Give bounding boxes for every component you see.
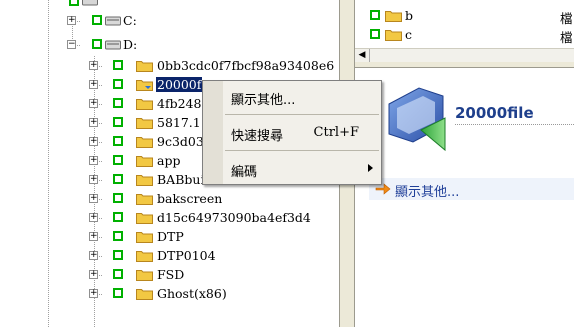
expand-icon[interactable]: +	[89, 251, 98, 260]
scroll-left-icon[interactable]: ◀	[355, 49, 370, 62]
tree-row-folder[interactable]: + DTP	[0, 228, 339, 247]
horizontal-scrollbar[interactable]: ◀	[355, 48, 574, 62]
tree-row-partial	[0, 0, 339, 12]
tree-item-label: d15c64973090ba4ef3d4	[157, 210, 311, 225]
tree-item-label: DTP0104	[157, 248, 216, 263]
tree-row-folder[interactable]: + FSD	[0, 266, 339, 285]
tree-row-folder[interactable]: + DTP0104	[0, 247, 339, 266]
folder-sync-icon	[388, 87, 446, 152]
folder-icon	[136, 137, 153, 148]
folder-icon	[136, 194, 153, 205]
file-name: c	[405, 27, 413, 42]
file-list-row[interactable]: b 檔	[355, 7, 574, 26]
expand-icon[interactable]: +	[89, 118, 98, 127]
expand-icon[interactable]: +	[89, 175, 98, 184]
menu-item-label: 顯示其他...	[231, 93, 296, 108]
tree-row-folder[interactable]: + Ghost(x86)	[0, 285, 339, 304]
menu-separator	[225, 114, 379, 115]
expand-icon[interactable]: +	[89, 80, 98, 89]
tree-row-drive-c[interactable]: + C:	[0, 12, 339, 31]
checkbox[interactable]	[113, 117, 123, 127]
folder-icon	[136, 61, 153, 72]
divider	[455, 124, 574, 125]
checkbox[interactable]	[113, 155, 123, 165]
tree-item-label: 0bb3cdc0f7fbcf98a93408e6	[157, 58, 335, 73]
menu-item-label: 快速搜尋	[231, 129, 284, 144]
checkbox[interactable]	[113, 174, 123, 184]
checkbox[interactable]	[113, 231, 123, 241]
tree-item-label: app	[157, 153, 181, 168]
folder-icon	[136, 289, 153, 300]
menu-separator	[225, 150, 379, 151]
tree-item-label: C:	[123, 13, 137, 28]
expand-icon[interactable]: +	[89, 99, 98, 108]
file-type: 檔	[560, 11, 573, 26]
folder-icon	[136, 156, 153, 167]
checkbox[interactable]	[113, 193, 123, 203]
file-name: b	[405, 8, 414, 23]
tree-item-label: DTP	[157, 229, 184, 244]
tree-item-label: 5817.1	[157, 115, 201, 130]
file-type: 檔	[560, 30, 573, 45]
context-menu: 顯示其他... 快速搜尋 Ctrl+F 編碼	[202, 80, 382, 185]
expand-icon[interactable]: +	[89, 61, 98, 70]
tree-item-label: 20000f	[156, 77, 203, 92]
menu-item-label: 編碼	[231, 165, 258, 180]
folder-icon	[136, 118, 153, 129]
expand-icon[interactable]: +	[89, 232, 98, 241]
menu-item-shortcut: Ctrl+F	[313, 125, 359, 140]
checkbox[interactable]	[92, 15, 102, 25]
tree-item-label: FSD	[157, 267, 185, 282]
expand-icon[interactable]: +	[89, 213, 98, 222]
collapse-icon[interactable]: −	[67, 40, 76, 49]
submenu-arrow-icon	[368, 164, 373, 172]
tree-item-label: bakscreen	[157, 191, 223, 206]
checkbox[interactable]	[113, 288, 123, 298]
info-panel: 20000file 顯示其他...	[355, 68, 574, 327]
checkbox[interactable]	[92, 39, 102, 49]
expand-icon[interactable]: +	[67, 16, 76, 25]
checkbox[interactable]	[113, 250, 123, 260]
tree-row-folder[interactable]: + d15c64973090ba4ef3d4	[0, 209, 339, 228]
expand-icon[interactable]: +	[89, 194, 98, 203]
folder-icon	[136, 232, 153, 243]
folder-icon	[136, 80, 153, 91]
tree-item-label: 4fb248	[157, 96, 202, 111]
menu-item-quick-search[interactable]: 快速搜尋 Ctrl+F	[223, 119, 381, 147]
folder-icon	[136, 213, 153, 224]
tree-item-label: 9c3d03	[157, 134, 204, 149]
tree-row-drive-d[interactable]: − D:	[0, 36, 339, 55]
expand-icon[interactable]: +	[89, 156, 98, 165]
checkbox[interactable]	[113, 269, 123, 279]
folder-icon	[136, 270, 153, 281]
expand-icon[interactable]: +	[89, 270, 98, 279]
show-more-label: 顯示其他...	[395, 185, 460, 200]
tree-item-label: D:	[123, 37, 138, 52]
folder-icon	[385, 11, 402, 22]
expand-icon[interactable]: +	[89, 137, 98, 146]
drive-icon	[105, 40, 121, 50]
checkbox[interactable]	[370, 29, 380, 39]
info-title: 20000file	[455, 104, 534, 122]
checkbox[interactable]	[113, 79, 123, 89]
checkbox[interactable]	[113, 136, 123, 146]
tree-item-label: Ghost(x86)	[157, 286, 227, 301]
expand-icon[interactable]: +	[89, 289, 98, 298]
folder-icon	[136, 251, 153, 262]
drive-icon	[105, 16, 121, 26]
folder-icon	[385, 30, 402, 41]
checkbox[interactable]	[370, 10, 380, 20]
file-list-row[interactable]: c 檔	[355, 26, 574, 45]
checkbox[interactable]	[113, 98, 123, 108]
checkbox[interactable]	[113, 212, 123, 222]
show-more-link[interactable]: 顯示其他...	[369, 178, 574, 200]
tree-row-folder[interactable]: + 0bb3cdc0f7fbcf98a93408e6	[0, 57, 339, 76]
folder-icon	[136, 175, 153, 186]
menu-item-show-more[interactable]: 顯示其他...	[223, 83, 381, 111]
tree-row-folder[interactable]: + bakscreen	[0, 190, 339, 209]
folder-icon	[136, 99, 153, 110]
menu-item-encoding[interactable]: 編碼	[223, 155, 381, 183]
menu-icon-strip	[203, 81, 223, 184]
checkbox[interactable]	[113, 60, 123, 70]
